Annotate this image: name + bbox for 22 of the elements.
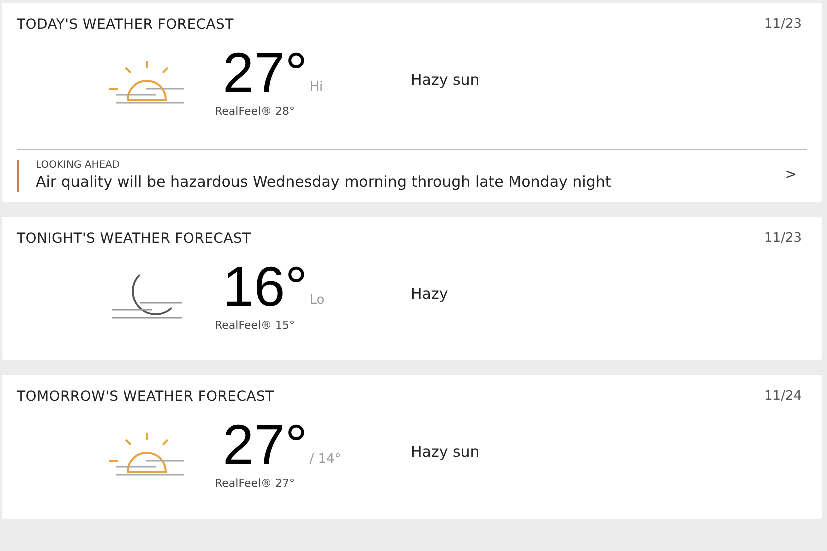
temperature: 16°	[223, 260, 308, 314]
condition-text: Hazy	[411, 284, 448, 304]
temperature-label: Lo	[310, 292, 325, 310]
card-title: TONIGHT'S WEATHER FORECAST	[17, 230, 252, 248]
looking-ahead-link[interactable]: LOOKING AHEAD Air quality will be hazardous Wednesday morning through late Monday night >	[17, 148, 807, 192]
card-title: TOMORROW'S WEATHER FORECAST	[17, 388, 274, 407]
realfeel-text: RealFeel® 27°	[215, 476, 296, 492]
condition-text: Hazy sun	[411, 442, 480, 463]
hazy-sun-icon	[108, 60, 186, 106]
forecast-date: 11/24	[764, 388, 803, 406]
temperature: 27°	[223, 418, 308, 472]
hazy-sun-icon	[108, 432, 186, 478]
realfeel-text: RealFeel® 15°	[215, 318, 296, 334]
temperature: 27°	[223, 46, 308, 100]
temperature-label: / 14°	[310, 450, 342, 468]
card-title: TODAY'S WEATHER FORECAST	[17, 16, 234, 35]
forecast-date: 11/23	[764, 16, 803, 34]
hazy-moon-icon	[110, 272, 184, 322]
forecast-date: 11/23	[764, 230, 803, 248]
temperature-label: Hi	[310, 78, 324, 96]
condition-text: Hazy sun	[411, 70, 480, 91]
realfeel-text: RealFeel® 28°	[215, 104, 296, 120]
